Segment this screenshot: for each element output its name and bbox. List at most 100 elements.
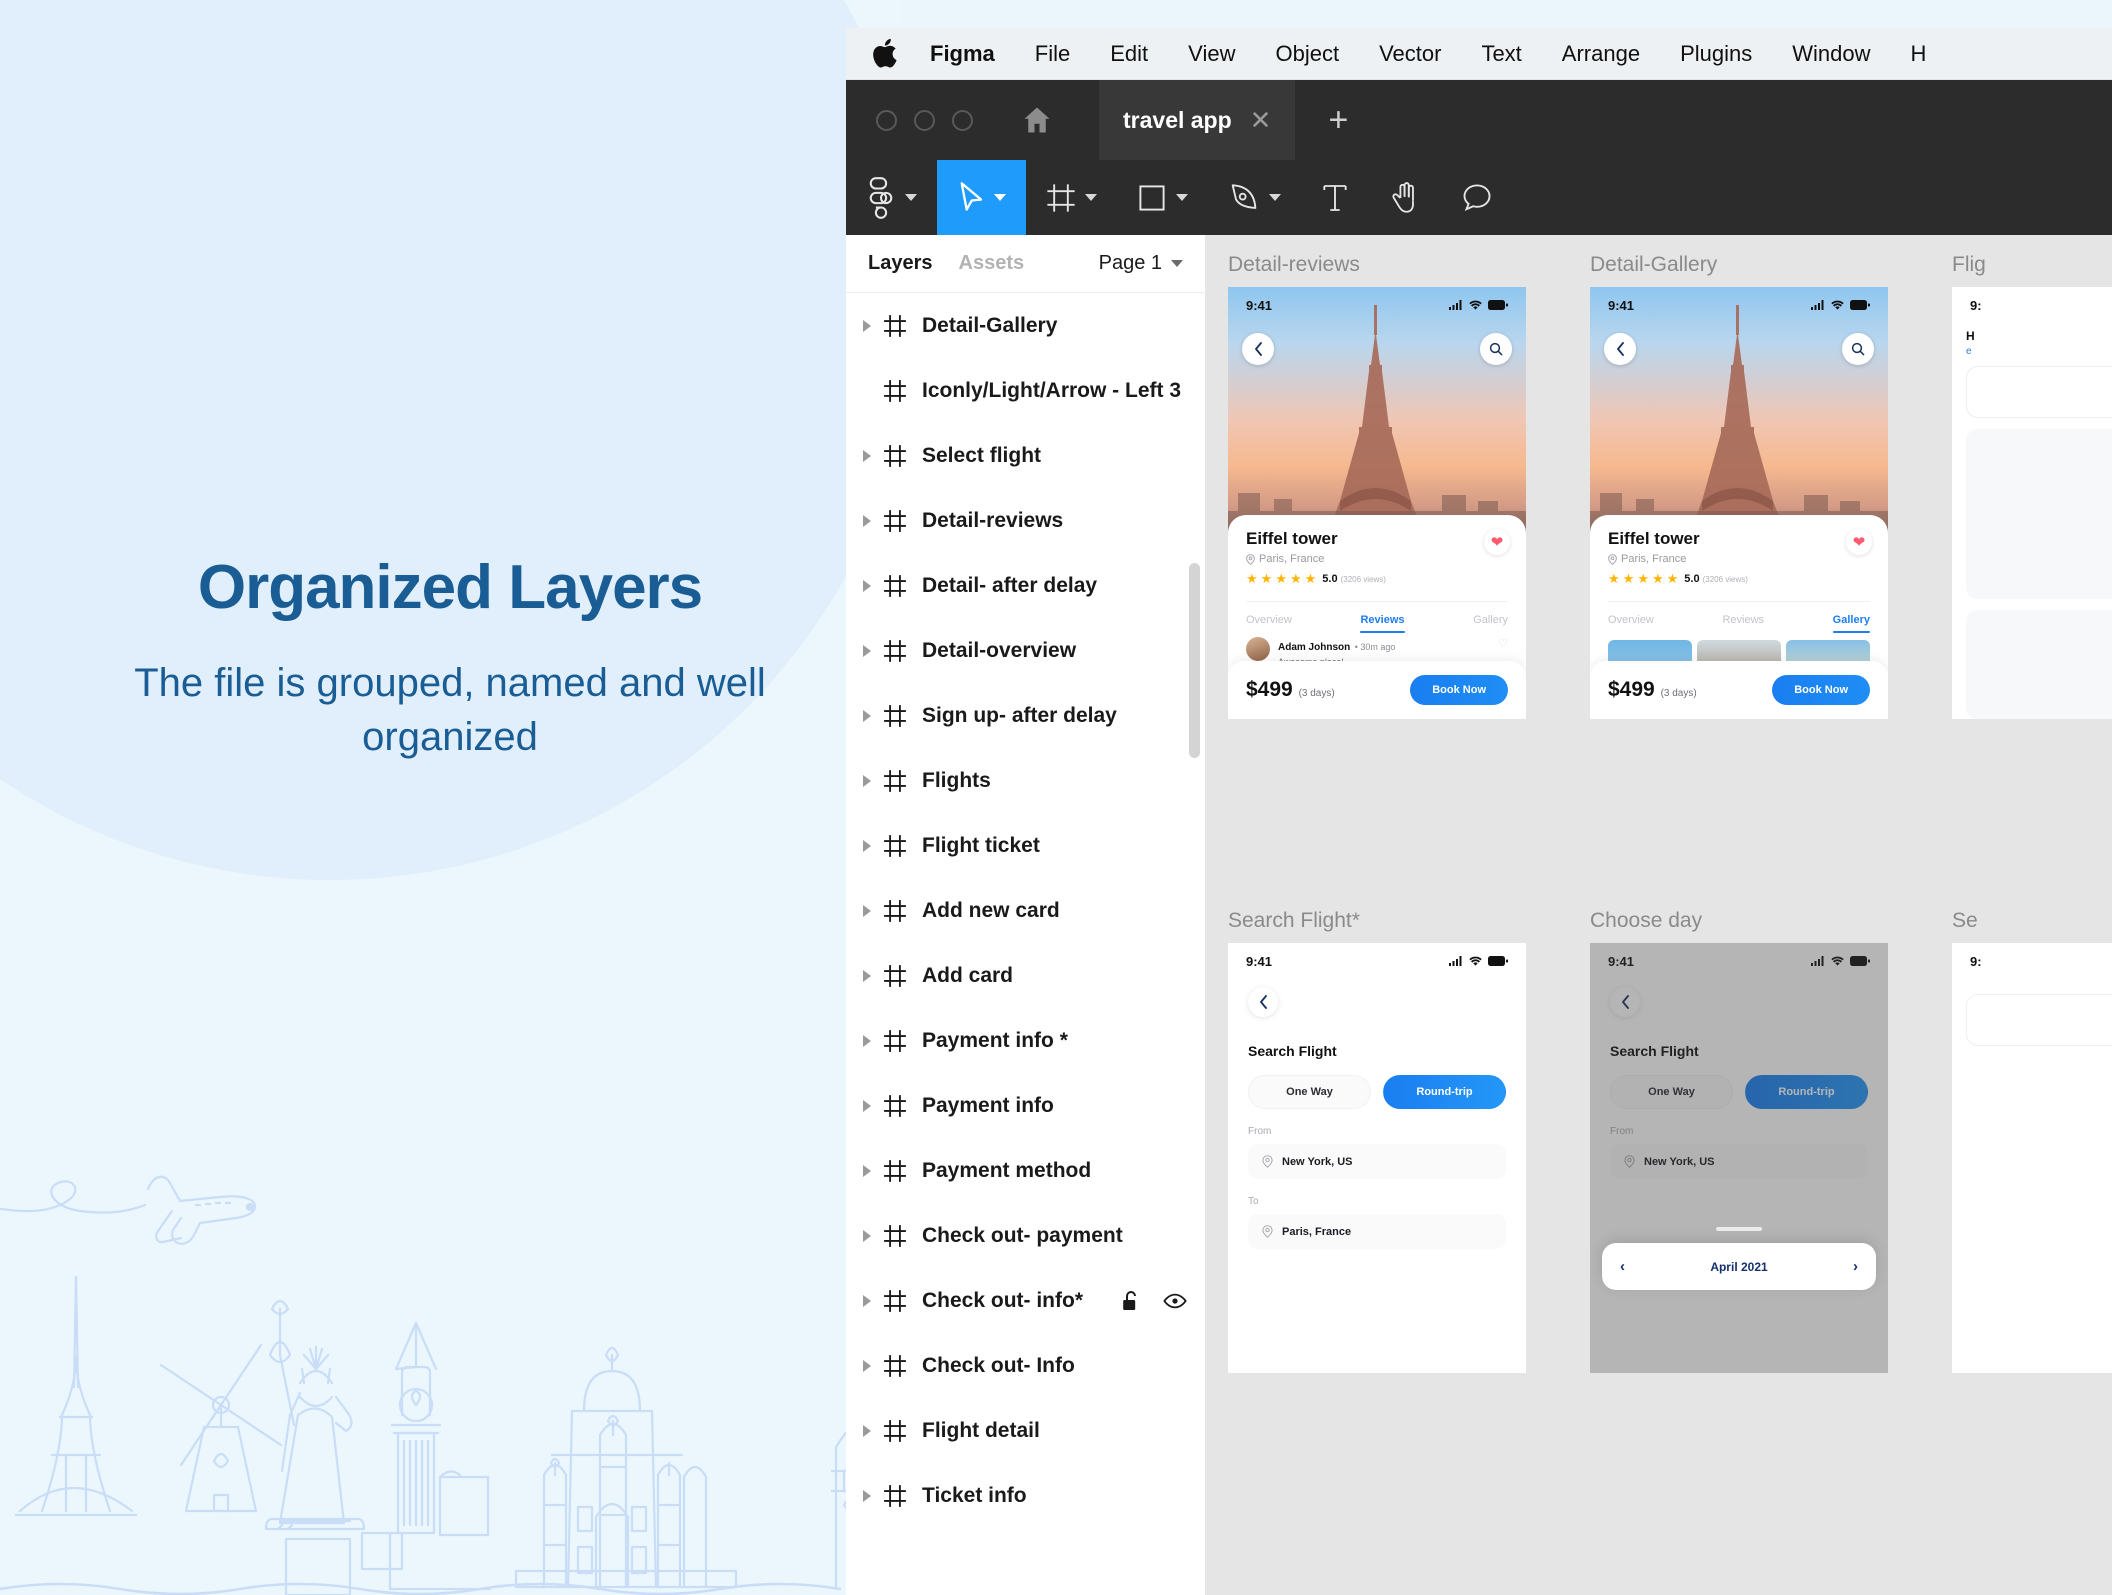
- layer-row[interactable]: Payment info: [846, 1073, 1205, 1138]
- heart-filled-icon[interactable]: ❤: [1484, 529, 1510, 555]
- menu-item-plugins[interactable]: Plugins: [1660, 28, 1772, 80]
- layer-row[interactable]: Add new card: [846, 878, 1205, 943]
- layer-row[interactable]: Iconly/Light/Arrow - Left 3: [846, 358, 1205, 423]
- caret-right-icon[interactable]: [858, 1422, 876, 1440]
- tab-reviews[interactable]: Reviews: [1360, 614, 1404, 626]
- tab-gallery[interactable]: Gallery: [1833, 614, 1870, 626]
- layer-row[interactable]: Flight detail: [846, 1398, 1205, 1463]
- shape-rectangle-icon[interactable]: [1117, 160, 1208, 235]
- layer-row[interactable]: Detail-overview: [846, 618, 1205, 683]
- heart-filled-icon[interactable]: ❤: [1846, 529, 1872, 555]
- menu-item-window[interactable]: Window: [1772, 28, 1890, 80]
- heart-outline-icon[interactable]: ♡: [1498, 637, 1508, 650]
- layer-row[interactable]: Flight ticket: [846, 813, 1205, 878]
- menu-item-edit[interactable]: Edit: [1090, 28, 1168, 80]
- layer-row[interactable]: Detail- after delay: [846, 553, 1205, 618]
- caret-right-icon[interactable]: [858, 512, 876, 530]
- frame-label-choose-day[interactable]: Choose day: [1590, 909, 1702, 933]
- caret-right-icon[interactable]: [858, 837, 876, 855]
- mockup-detail-gallery[interactable]: 9:41 ❤ Ei: [1590, 287, 1888, 719]
- page-selector[interactable]: Page 1: [1099, 252, 1183, 275]
- tab-assets[interactable]: Assets: [959, 252, 1025, 275]
- menu-item-help[interactable]: H: [1890, 28, 1946, 80]
- caret-right-icon[interactable]: [858, 1097, 876, 1115]
- layer-row[interactable]: Flights: [846, 748, 1205, 813]
- mockup-select-truncated[interactable]: 9:: [1952, 943, 2112, 1373]
- tab-layers[interactable]: Layers: [868, 252, 933, 275]
- select-field[interactable]: [1966, 994, 2112, 1046]
- caret-right-icon[interactable]: [858, 447, 876, 465]
- back-button[interactable]: [1242, 333, 1274, 365]
- one-way-option[interactable]: One Way: [1248, 1075, 1371, 1109]
- chevron-down-icon[interactable]: [905, 194, 917, 201]
- close-window-button[interactable]: [876, 110, 897, 131]
- back-button[interactable]: [1604, 333, 1636, 365]
- caret-right-icon[interactable]: [858, 902, 876, 920]
- layers-panel-scrollbar[interactable]: [1189, 563, 1200, 758]
- flights-result-card[interactable]: [1966, 429, 2112, 599]
- move-cursor-icon[interactable]: [937, 160, 1026, 235]
- maximize-window-button[interactable]: [952, 110, 973, 131]
- tab-gallery[interactable]: Gallery: [1473, 614, 1508, 626]
- apple-logo-icon[interactable]: [872, 36, 902, 70]
- search-button[interactable]: [1842, 333, 1874, 365]
- design-canvas[interactable]: Detail-reviews: [1206, 235, 2112, 1595]
- tab-overview[interactable]: Overview: [1246, 614, 1292, 626]
- flights-search-field[interactable]: [1966, 366, 2112, 418]
- caret-right-icon[interactable]: [858, 967, 876, 985]
- plus-icon[interactable]: +: [1295, 80, 1381, 160]
- layer-row[interactable]: Ticket info: [846, 1463, 1205, 1528]
- flights-result-card[interactable]: [1966, 610, 2112, 719]
- tab-overview[interactable]: Overview: [1608, 614, 1654, 626]
- layer-row[interactable]: Check out- info*: [846, 1268, 1205, 1333]
- tab-reviews[interactable]: Reviews: [1722, 614, 1764, 626]
- book-now-button[interactable]: Book Now: [1772, 675, 1870, 705]
- mockup-choose-day[interactable]: 9:41 Search Flight One Way Round-trip: [1590, 943, 1888, 1373]
- layer-row[interactable]: Add card: [846, 943, 1205, 1008]
- search-button[interactable]: [1480, 333, 1512, 365]
- eye-icon[interactable]: [1163, 1293, 1187, 1309]
- caret-right-icon[interactable]: [858, 577, 876, 595]
- back-button[interactable]: [1248, 987, 1278, 1017]
- mockup-search-flight[interactable]: 9:41 Search Flight One Way Round-trip: [1228, 943, 1526, 1373]
- caret-right-icon[interactable]: [858, 1162, 876, 1180]
- close-icon[interactable]: ✕: [1250, 105, 1272, 136]
- mockup-flights-truncated[interactable]: 9: H e: [1952, 287, 2112, 719]
- sheet-grab-handle[interactable]: [1716, 1227, 1762, 1231]
- caret-right-icon[interactable]: [858, 1487, 876, 1505]
- chevron-left-icon[interactable]: ‹: [1620, 1258, 1625, 1275]
- frame-label-select[interactable]: Se: [1952, 909, 1978, 933]
- minimize-window-button[interactable]: [914, 110, 935, 131]
- document-tab-travel-app[interactable]: travel app ✕: [1099, 80, 1295, 160]
- round-trip-option[interactable]: Round-trip: [1383, 1075, 1506, 1109]
- home-icon[interactable]: [1017, 100, 1057, 140]
- chevron-down-icon[interactable]: [1269, 194, 1281, 201]
- menu-item-text[interactable]: Text: [1461, 28, 1541, 80]
- frame-label-detail-gallery[interactable]: Detail-Gallery: [1590, 253, 1717, 277]
- modal-dim-overlay[interactable]: [1590, 943, 1888, 1373]
- frame-icon[interactable]: [1026, 160, 1117, 235]
- caret-right-icon[interactable]: [858, 1227, 876, 1245]
- figma-menu-icon[interactable]: [846, 160, 937, 235]
- caret-right-icon[interactable]: [858, 382, 876, 400]
- frame-label-search-flight[interactable]: Search Flight*: [1228, 909, 1360, 933]
- hand-icon[interactable]: [1369, 160, 1441, 235]
- book-now-button[interactable]: Book Now: [1410, 675, 1508, 705]
- caret-right-icon[interactable]: [858, 707, 876, 725]
- caret-right-icon[interactable]: [858, 642, 876, 660]
- comment-icon[interactable]: [1441, 160, 1513, 235]
- layer-row[interactable]: Payment info *: [846, 1008, 1205, 1073]
- frame-label-detail-reviews[interactable]: Detail-reviews: [1228, 253, 1360, 277]
- pen-icon[interactable]: [1208, 160, 1301, 235]
- layer-row[interactable]: Check out- payment: [846, 1203, 1205, 1268]
- layer-row[interactable]: Check out- Info: [846, 1333, 1205, 1398]
- caret-right-icon[interactable]: [858, 1292, 876, 1310]
- to-input[interactable]: Paris, France: [1248, 1214, 1506, 1249]
- caret-right-icon[interactable]: [858, 1032, 876, 1050]
- layer-row[interactable]: Detail-reviews: [846, 488, 1205, 553]
- chevron-down-icon[interactable]: [1085, 194, 1097, 201]
- mockup-detail-reviews[interactable]: 9:41 ❤ Ei: [1228, 287, 1526, 719]
- lock-open-icon[interactable]: [1121, 1290, 1141, 1312]
- layer-row[interactable]: Select flight: [846, 423, 1205, 488]
- caret-right-icon[interactable]: [858, 317, 876, 335]
